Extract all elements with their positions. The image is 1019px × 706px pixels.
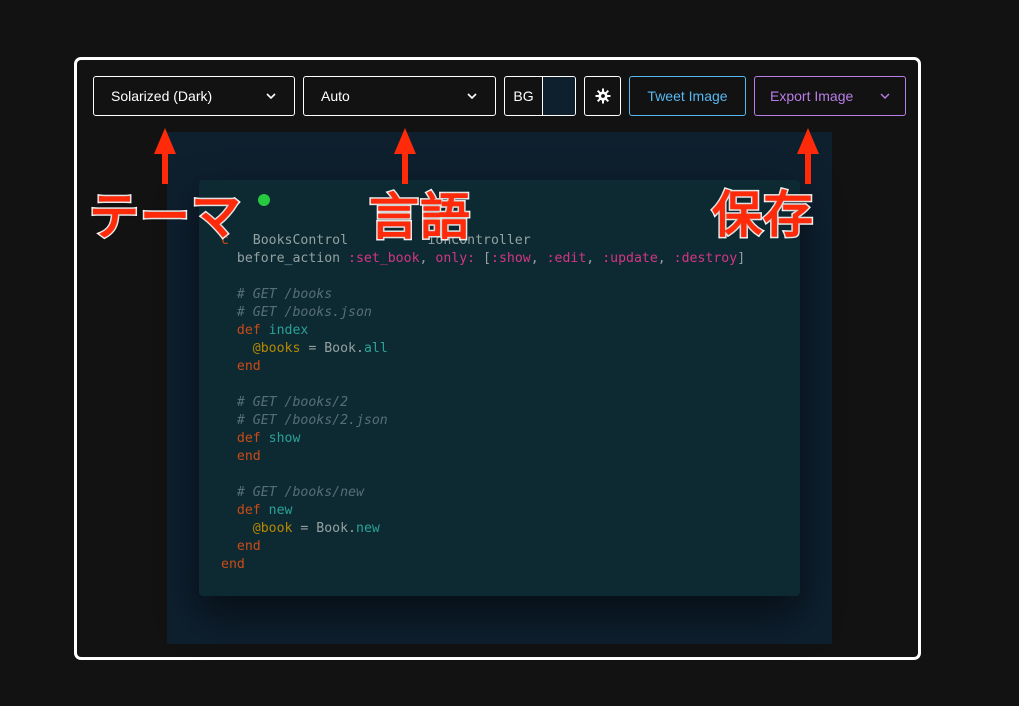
code-line: end [221, 448, 745, 466]
code-token: index [268, 323, 309, 338]
code-token: :update [602, 251, 658, 266]
code-line: def new [221, 502, 745, 520]
window-dot-green [258, 194, 270, 206]
export-image-button[interactable]: Export Image [754, 76, 906, 116]
settings-button[interactable] [584, 76, 621, 116]
code-token: , [586, 251, 603, 266]
code-token: end [221, 449, 261, 464]
code-line: c BooksControl ionController [221, 232, 745, 250]
code-line: # GET /books.json [221, 304, 745, 322]
code-token: @books [221, 341, 301, 356]
code-token: # GET /books/2.json [221, 413, 388, 428]
code-token: new [356, 521, 380, 536]
code-token: BooksControl [228, 233, 349, 248]
code-token: :edit [546, 251, 587, 266]
code-token: :show [491, 251, 531, 266]
code-line: # GET /books/2.json [221, 412, 745, 430]
annotation-theme: テーマ [88, 188, 243, 246]
code-token: @book [221, 521, 293, 536]
code-line: # GET /books [221, 286, 745, 304]
annotation-save: 保存 [711, 186, 815, 244]
code-line: @book = Book.new [221, 520, 745, 538]
code-line: @books = Book.all [221, 340, 745, 358]
code-line: end [221, 556, 745, 574]
code-line: def show [221, 430, 745, 448]
code-token: [ [475, 251, 491, 266]
code-token: new [268, 503, 293, 518]
code-token: end [221, 539, 261, 554]
code-token: all [363, 341, 388, 356]
code-token: , [657, 251, 674, 266]
code-line: # GET /books/new [221, 484, 745, 502]
code-line: end [221, 358, 745, 376]
code-token: # GET /books/new [221, 485, 364, 500]
bg-color-swatch[interactable] [543, 77, 575, 115]
code-token: def [221, 503, 269, 518]
code-token: , [419, 251, 436, 266]
language-select[interactable]: Auto [303, 76, 496, 116]
code-token: end [221, 557, 245, 572]
arrow-up-icon [154, 128, 176, 184]
code-token: ] [737, 251, 746, 266]
background-color-control[interactable]: BG [504, 76, 576, 116]
code-line: end [221, 538, 745, 556]
code-token: , [530, 251, 547, 266]
code-editor[interactable]: c BooksControl ionController before_acti… [221, 232, 745, 574]
code-line: def index [221, 322, 745, 340]
gear-icon [595, 88, 610, 104]
chevron-down-icon [880, 93, 890, 99]
chevron-down-icon [467, 93, 477, 100]
code-token: # GET /books.json [221, 305, 372, 320]
code-token: = Book. [300, 341, 364, 356]
code-token: :set_book [348, 251, 420, 266]
code-token: # GET /books/2 [221, 395, 349, 410]
code-line: before_action :set_book, only: [:show, :… [221, 250, 745, 268]
code-token: # GET /books [221, 287, 333, 302]
annotation-language: 言語 [368, 188, 472, 246]
code-token: def [221, 431, 269, 446]
code-token: end [221, 359, 261, 374]
code-token: before_action [221, 251, 349, 266]
arrow-up-icon [394, 128, 416, 184]
code-token: only: [435, 251, 476, 266]
code-line: # GET /books/2 [221, 394, 745, 412]
code-token: def [221, 323, 269, 338]
arrow-up-icon [797, 128, 819, 184]
bg-label: BG [505, 77, 543, 115]
chevron-down-icon [266, 93, 276, 100]
tweet-label: Tweet Image [647, 88, 728, 104]
theme-value: Solarized (Dark) [111, 88, 213, 104]
theme-select[interactable]: Solarized (Dark) [93, 76, 295, 116]
export-label: Export Image [770, 88, 854, 104]
tweet-image-button[interactable]: Tweet Image [629, 76, 746, 116]
code-token: = Book. [292, 521, 356, 536]
language-value: Auto [321, 88, 350, 104]
code-token: show [268, 431, 301, 446]
code-token: :destroy [673, 251, 738, 266]
